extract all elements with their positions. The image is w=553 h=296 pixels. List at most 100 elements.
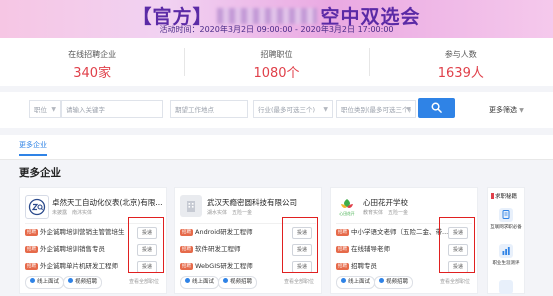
company-meta: 未披露 南沐实体 bbox=[52, 209, 92, 216]
sidebar-item-label: 职业生涯测评 bbox=[492, 261, 520, 266]
chevron-down-icon: ▼ bbox=[51, 106, 56, 113]
job-tag: 招聘 bbox=[180, 263, 193, 270]
job-tag: 招聘 bbox=[180, 229, 193, 236]
video-icon bbox=[223, 278, 228, 283]
event-banner: 【官方】 空中双选会 活动时间：2020年3月2日 09:00:00 - 2020… bbox=[0, 0, 553, 38]
meta-a: 教育实体 bbox=[363, 210, 384, 216]
school-logo-text: 心田花开 bbox=[339, 211, 354, 216]
title-bar-icon bbox=[491, 193, 494, 199]
job-title: Android研发工程师 bbox=[195, 228, 253, 236]
video-icon bbox=[68, 278, 73, 283]
view-all-link[interactable]: 查看全部职位 bbox=[440, 278, 470, 285]
stat-companies: 在线招聘企业 340家 bbox=[0, 38, 184, 86]
company-logo bbox=[180, 195, 202, 217]
sidebar-item-label: 互联网求职必备 bbox=[490, 225, 522, 230]
job-tag: 招聘 bbox=[336, 263, 349, 270]
job-title: WebGIS研发工程师 bbox=[195, 262, 253, 270]
tab-more-companies[interactable]: 更多企业 bbox=[19, 140, 47, 156]
company-meta: 湖水实体 五险一金 bbox=[207, 209, 252, 216]
sidebar-title-text: 求职秘籍 bbox=[495, 194, 518, 200]
stat-label: 在线招聘企业 bbox=[68, 50, 117, 59]
stat-label: 参与人数 bbox=[444, 50, 477, 59]
more-filter-label: 更多筛选 bbox=[489, 106, 517, 114]
more-filter-button[interactable]: 更多筛选 ▼ bbox=[489, 105, 524, 115]
document-icon bbox=[499, 208, 513, 222]
meta-a: 未披露 bbox=[52, 210, 68, 216]
stat-participants: 参与人数 1639人 bbox=[368, 38, 553, 86]
company-name[interactable]: 武汉天瘾密圆科技有限公司 bbox=[207, 197, 319, 208]
highlight-box bbox=[128, 217, 164, 273]
job-tag: 招聘 bbox=[25, 263, 38, 270]
stat-label: 招聘职位 bbox=[260, 50, 293, 59]
company-logo bbox=[25, 195, 49, 219]
company-name[interactable]: 卓然天工自动化仪表(北京)有限... bbox=[52, 197, 164, 208]
job-title: 软件研发工程师 bbox=[195, 245, 241, 253]
location-input[interactable]: 期望工作地点 bbox=[170, 100, 248, 118]
stats-bar: 在线招聘企业 340家 招聘职位 1080个 参与人数 1639人 bbox=[0, 38, 553, 86]
job-title: 招聘专员 bbox=[351, 262, 377, 270]
company-name[interactable]: 心田花开学校 bbox=[363, 197, 475, 208]
stat-value: 1639人 bbox=[437, 66, 484, 81]
position-type-select[interactable]: 职位类别(最多可选三个) ▼ bbox=[336, 100, 416, 118]
section-title: 更多企业 bbox=[19, 167, 61, 179]
meta-b: 五险一金 bbox=[388, 210, 409, 216]
more-icon bbox=[499, 280, 513, 294]
sidebar-title: 求职秘籍 bbox=[491, 192, 517, 200]
video-icon bbox=[379, 278, 384, 283]
keyword-placeholder: 请输入关键字 bbox=[66, 106, 105, 114]
chevron-down-icon: ▼ bbox=[323, 106, 328, 113]
job-title: 外企诚聘单片机研发工程师 bbox=[40, 262, 118, 270]
search-category-select[interactable]: 职位 ▼ bbox=[29, 100, 61, 118]
online-label: 线上面试 bbox=[348, 279, 371, 285]
online-label: 线上面试 bbox=[192, 279, 215, 285]
keyword-input[interactable]: 请输入关键字 bbox=[61, 100, 163, 118]
chevron-down-icon: ▼ bbox=[519, 107, 524, 114]
online-label: 线上面试 bbox=[37, 279, 60, 285]
position-type-placeholder: 职位类别(最多可选三个) bbox=[341, 106, 412, 114]
meta-b: 南沐实体 bbox=[72, 210, 93, 216]
job-title: 外企诚聘培训销售专员 bbox=[40, 245, 105, 253]
meta-b: 五险一金 bbox=[232, 210, 253, 216]
video-recruit-button[interactable]: 视频招聘 bbox=[218, 276, 258, 289]
online-interview-button[interactable]: 线上面试 bbox=[25, 276, 65, 289]
view-all-link[interactable]: 查看全部职位 bbox=[129, 278, 159, 285]
online-interview-button[interactable]: 线上面试 bbox=[336, 276, 376, 289]
video-label: 视频招聘 bbox=[230, 279, 253, 285]
job-title: 中小学语文老师（五险二金、带... bbox=[351, 228, 449, 236]
online-interview-button[interactable]: 线上面试 bbox=[180, 276, 220, 289]
job-tag: 招聘 bbox=[25, 246, 38, 253]
job-title: 在线辅导老师 bbox=[351, 245, 390, 253]
job-tag: 招聘 bbox=[336, 246, 349, 253]
highlight-box bbox=[439, 217, 475, 273]
card-footer: 线上面试 视频招聘 查看全部职位 bbox=[180, 276, 318, 290]
online-icon bbox=[30, 278, 35, 283]
meta-a: 湖水实体 bbox=[207, 210, 228, 216]
highlight-box bbox=[282, 217, 318, 273]
building-icon bbox=[187, 201, 195, 212]
school-logo-icon: 心田花开 bbox=[339, 199, 355, 216]
tab-bar: 更多企业 bbox=[0, 135, 553, 160]
redacted-school-name bbox=[216, 8, 317, 24]
sidebar-item-internet-tips[interactable]: 互联网求职必备 bbox=[490, 208, 522, 230]
industry-select[interactable]: 行业(最多可选三个) ▼ bbox=[253, 100, 333, 118]
company-logo: 心田花开 bbox=[336, 195, 358, 217]
stat-value: 340家 bbox=[73, 66, 112, 81]
tips-sidebar: 求职秘籍 互联网求职必备 职业生涯测评 bbox=[487, 187, 525, 294]
search-button[interactable] bbox=[418, 98, 455, 118]
search-bar: 职位 ▼ 请输入关键字 期望工作地点 行业(最多可选三个) ▼ 职位类别(最多可选三… bbox=[0, 92, 553, 128]
sidebar-item-career-test[interactable]: 职业生涯测评 bbox=[490, 244, 522, 266]
job-tag: 招聘 bbox=[25, 229, 38, 236]
industry-placeholder: 行业(最多可选三个) bbox=[258, 106, 316, 114]
stat-positions: 招聘职位 1080个 bbox=[184, 38, 368, 86]
stat-value: 1080个 bbox=[253, 66, 300, 81]
view-all-link[interactable]: 查看全部职位 bbox=[284, 278, 314, 285]
video-recruit-button[interactable]: 视频招聘 bbox=[374, 276, 414, 289]
job-tag: 招聘 bbox=[336, 229, 349, 236]
search-category-value: 职位 bbox=[34, 106, 47, 114]
zq-logo-icon bbox=[28, 198, 46, 216]
chart-icon bbox=[499, 244, 513, 258]
video-label: 视频招聘 bbox=[386, 279, 409, 285]
event-time: 活动时间：2020年3月2日 09:00:00 - 2020年3月2日 17:0… bbox=[159, 25, 394, 34]
video-recruit-button[interactable]: 视频招聘 bbox=[63, 276, 103, 289]
company-meta: 教育实体 五险一金 bbox=[363, 209, 408, 216]
